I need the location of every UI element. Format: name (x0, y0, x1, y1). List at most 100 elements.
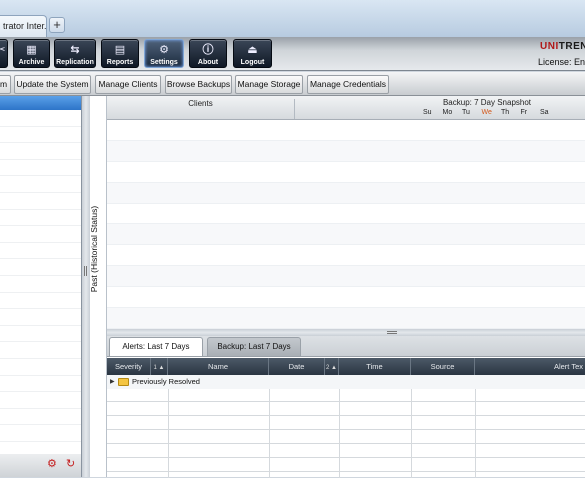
submenu-item-partial[interactable]: m (0, 75, 11, 94)
severity-column-header[interactable]: Severity (107, 358, 151, 375)
table-row[interactable] (107, 403, 585, 416)
archive-label: Archive (18, 59, 45, 66)
table-row[interactable] (107, 417, 585, 430)
list-item[interactable] (0, 226, 81, 243)
toolbar-button-partial[interactable]: ✂ (0, 39, 8, 68)
list-item[interactable] (0, 210, 81, 227)
column-divider (269, 389, 270, 478)
column-divider (339, 389, 340, 478)
list-item[interactable] (0, 176, 81, 193)
splitter-grip[interactable] (387, 331, 397, 334)
browser-tab[interactable]: trator Inter... (0, 15, 47, 37)
clients-grid: Clients Backup: 7 Day Snapshot Su Mo Tu We T… (107, 96, 585, 329)
main-toolbar: ✂ ▦ Archive ⇆ Replication ▤ Reports ⚙ Se… (0, 37, 585, 71)
list-item[interactable] (0, 160, 81, 177)
list-item[interactable] (0, 425, 81, 442)
day-monday: Mo (442, 109, 453, 116)
table-row[interactable] (107, 287, 585, 309)
manage-storage-button[interactable]: Manage Storage (235, 75, 303, 94)
settings-button[interactable]: ⚙ Settings (144, 39, 184, 68)
reports-button[interactable]: ▤ Reports (101, 39, 139, 68)
list-item[interactable] (0, 376, 81, 393)
replication-icon: ⇆ (70, 44, 80, 56)
brand-logo: UNITREN (540, 41, 585, 52)
table-row[interactable] (107, 182, 585, 204)
list-item[interactable] (0, 259, 81, 276)
splitter-grip[interactable] (84, 266, 87, 276)
group-row-label: Previously Resolved (132, 377, 200, 386)
column-divider (475, 389, 476, 478)
date-sort-indicator[interactable]: 2 ▲ (325, 358, 339, 375)
table-row[interactable] (107, 431, 585, 444)
list-item[interactable] (0, 409, 81, 426)
list-item[interactable] (0, 309, 81, 326)
archive-icon: ▦ (26, 44, 37, 56)
list-item[interactable] (0, 342, 81, 359)
reports-label: Reports (106, 59, 134, 66)
date-column-header[interactable]: Date (269, 358, 325, 375)
gear-icon[interactable]: ⚙ (47, 459, 58, 470)
horizontal-splitter[interactable] (107, 329, 585, 336)
day-sunday: Su (423, 109, 432, 116)
alert-text-column-header[interactable]: Alert Tex (475, 358, 585, 375)
tab-backup[interactable]: Backup: Last 7 Days (207, 337, 301, 356)
manage-clients-button[interactable]: Manage Clients (95, 75, 161, 94)
list-item[interactable] (0, 392, 81, 409)
list-item[interactable] (0, 293, 81, 310)
table-row[interactable] (107, 140, 585, 162)
historical-status-label: Past (Historical Status) (89, 205, 99, 293)
clients-grid-header: Clients Backup: 7 Day Snapshot Su Mo Tu We T… (107, 96, 585, 120)
group-row-previously-resolved[interactable]: ▶ Previously Resolved (107, 375, 585, 389)
cut-icon: ✂ (0, 44, 6, 56)
backup-snapshot-header: Backup: 7 Day Snapshot (442, 98, 532, 107)
table-row[interactable] (107, 445, 585, 458)
table-row[interactable] (107, 308, 585, 329)
left-panel-footer: ⚙ ↻ (0, 454, 82, 477)
about-label: About (197, 59, 219, 66)
settings-label: Settings (150, 59, 178, 66)
table-row[interactable] (107, 266, 585, 288)
alerts-grid-header: Severity 1 ▲ Name Date 2 ▲ Time Source A… (107, 358, 585, 375)
new-tab-button[interactable]: + (49, 17, 65, 33)
manage-credentials-button[interactable]: Manage Credentials (307, 75, 389, 94)
list-item[interactable] (0, 143, 81, 160)
table-row[interactable] (107, 459, 585, 472)
list-item[interactable] (0, 193, 81, 210)
source-column-header[interactable]: Source (411, 358, 475, 375)
tab-alerts[interactable]: Alerts: Last 7 Days (109, 337, 203, 356)
about-button[interactable]: ⓘ About (189, 39, 227, 68)
table-row[interactable] (107, 204, 585, 225)
list-item[interactable] (0, 326, 81, 343)
update-system-button[interactable]: Update the System (14, 75, 91, 94)
logout-button[interactable]: ⏏ Logout (233, 39, 272, 68)
table-row[interactable] (107, 120, 585, 141)
list-item[interactable] (0, 243, 81, 260)
day-tuesday: Tu (462, 109, 470, 116)
table-row[interactable] (107, 389, 585, 402)
replication-button[interactable]: ⇆ Replication (54, 39, 96, 68)
day-thursday: Th (501, 109, 510, 116)
list-item[interactable] (0, 127, 81, 144)
table-row[interactable] (107, 245, 585, 267)
list-item[interactable] (0, 276, 81, 293)
license-text: License: Ente (538, 57, 585, 67)
alerts-grid: Severity 1 ▲ Name Date 2 ▲ Time Source A… (107, 356, 585, 478)
folder-icon (118, 378, 129, 386)
logout-label: Logout (240, 59, 265, 66)
severity-sort-indicator[interactable]: 1 ▲ (151, 358, 168, 375)
browse-backups-button[interactable]: Browse Backups (165, 75, 232, 94)
name-column-header[interactable]: Name (168, 358, 269, 375)
list-item[interactable] (0, 110, 81, 127)
settings-submenu: m Update the System Manage Clients Brows… (0, 72, 585, 96)
clients-column-header[interactable]: Clients (107, 99, 295, 119)
archive-button[interactable]: ▦ Archive (13, 39, 50, 68)
list-item[interactable] (0, 359, 81, 376)
table-row[interactable] (107, 162, 585, 183)
logout-icon: ⏏ (247, 44, 258, 56)
refresh-icon[interactable]: ↻ (66, 459, 77, 470)
time-column-header[interactable]: Time (339, 358, 411, 375)
table-row[interactable] (107, 224, 585, 246)
selected-row[interactable] (0, 96, 81, 110)
expand-arrow-icon[interactable]: ▶ (110, 375, 115, 389)
left-tree-panel[interactable] (0, 96, 82, 454)
